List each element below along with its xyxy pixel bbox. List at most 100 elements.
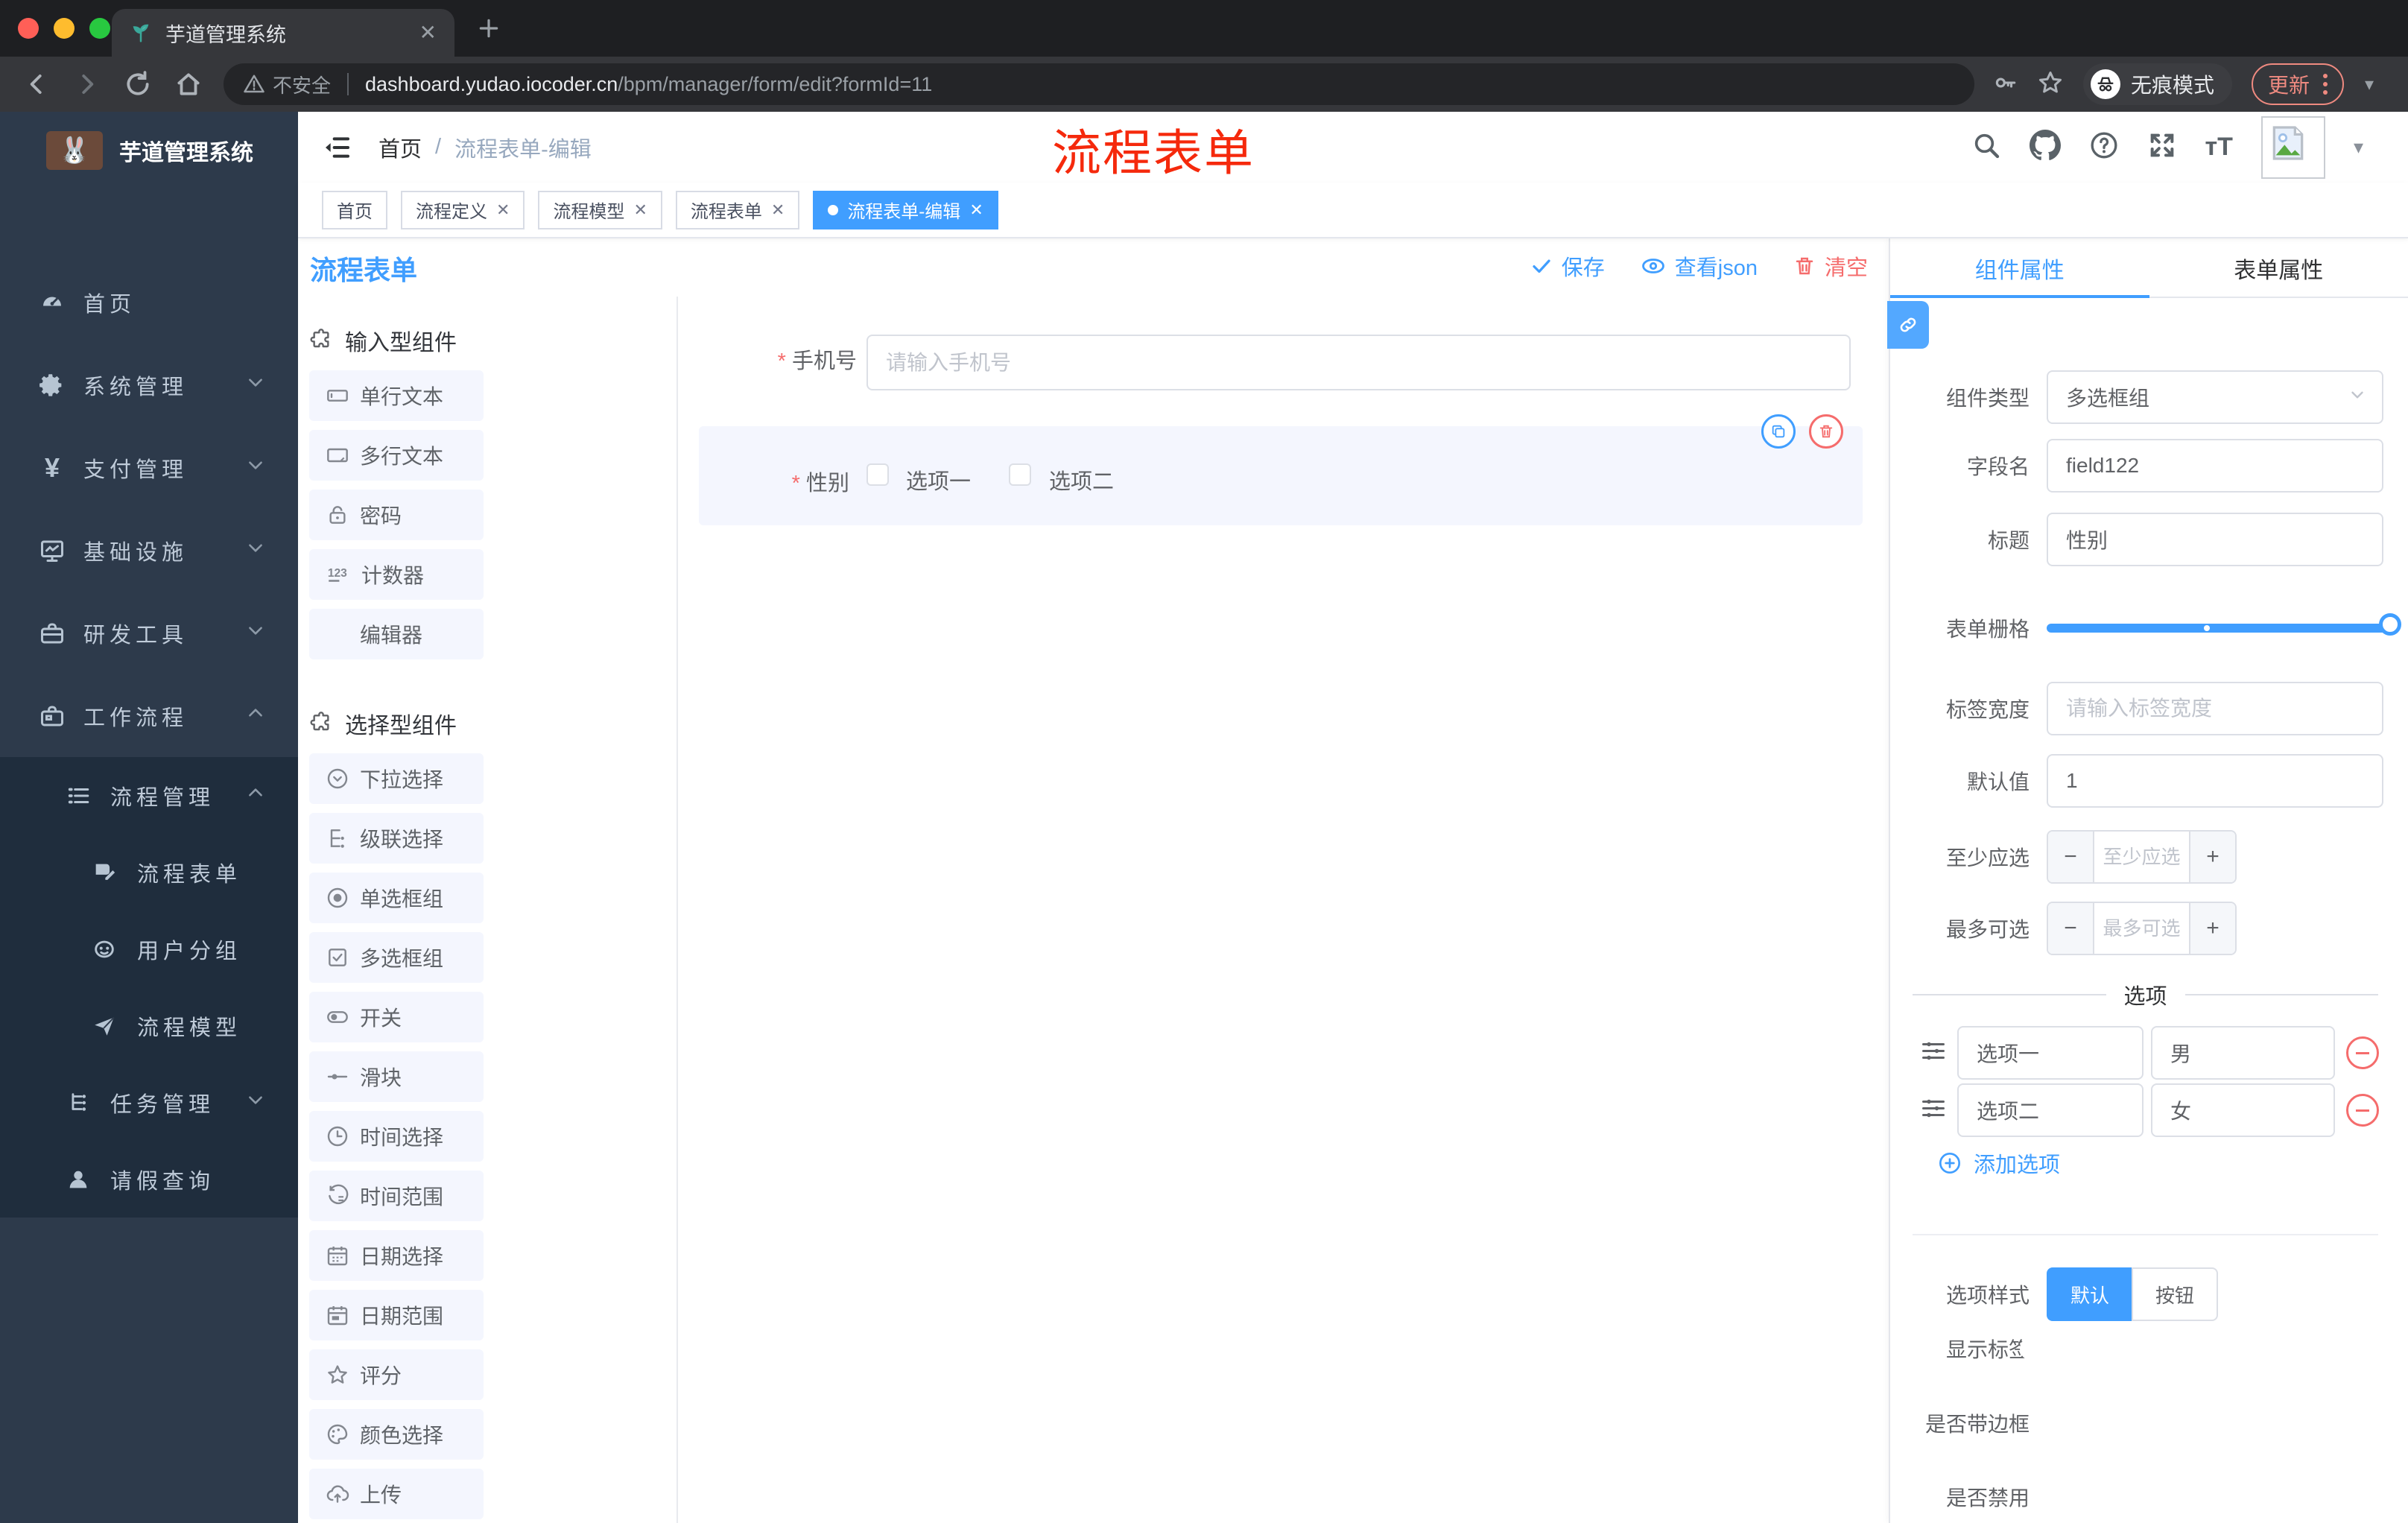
gender-option2-checkbox[interactable]	[1009, 463, 1031, 486]
slider-handle[interactable]	[2379, 613, 2401, 636]
sidebar-item-process-form[interactable]: 流程表单	[0, 834, 298, 911]
search-icon[interactable]	[1971, 130, 2001, 164]
palette-item-checkbox-group[interactable]: 多选框组	[309, 932, 484, 983]
palette-item-rate[interactable]: 评分	[309, 1349, 484, 1400]
palette-item-password[interactable]: 密码	[309, 490, 484, 540]
tag-process-model[interactable]: 流程模型 ✕	[538, 190, 662, 229]
gender-option1-label[interactable]: 选项一	[906, 464, 971, 495]
sidebar-item-payment[interactable]: ¥ 支付管理	[0, 426, 298, 509]
remove-option-button[interactable]	[2346, 1036, 2379, 1069]
help-icon[interactable]	[2089, 130, 2119, 164]
form-grid-slider[interactable]	[2047, 613, 2401, 636]
sidebar-item-devtools[interactable]: 研发工具	[0, 592, 298, 674]
back-button[interactable]	[22, 70, 51, 98]
delete-component-button[interactable]	[1809, 414, 1843, 449]
bookmark-star-icon[interactable]	[2037, 69, 2064, 100]
default-value-input[interactable]	[2047, 754, 2383, 808]
home-button[interactable]	[174, 70, 203, 98]
save-button[interactable]: 保存	[1530, 250, 1605, 282]
browser-menu-icon[interactable]	[2323, 74, 2328, 95]
maximize-window-button[interactable]	[89, 18, 110, 39]
style-button-button[interactable]: 按钮	[2132, 1267, 2219, 1321]
tag-process-definition[interactable]: 流程定义 ✕	[401, 190, 525, 229]
palette-item-upload[interactable]: 上传	[309, 1469, 484, 1519]
new-tab-button[interactable]	[477, 16, 501, 44]
max-select-input[interactable]	[2094, 903, 2189, 954]
reload-button[interactable]	[124, 70, 152, 98]
forward-button[interactable]	[73, 70, 101, 98]
sidebar-item-task-management[interactable]: 任务管理	[0, 1064, 298, 1141]
min-select-input[interactable]	[2094, 832, 2189, 882]
increment-button[interactable]: +	[2189, 832, 2235, 882]
field-name-input[interactable]	[2047, 439, 2383, 493]
remove-option-button[interactable]	[2346, 1094, 2379, 1127]
sidebar-item-infra[interactable]: 基础设施	[0, 509, 298, 592]
title-input[interactable]	[2047, 513, 2383, 566]
window-dropdown-caret-icon[interactable]: ▾	[2365, 74, 2374, 95]
tag-close-icon[interactable]: ✕	[633, 200, 647, 220]
palette-item-cascader[interactable]: 级联选择	[309, 813, 484, 864]
palette-item-date-range[interactable]: 日期范围	[309, 1290, 484, 1340]
tag-process-form-edit[interactable]: 流程表单-编辑 ✕	[813, 190, 998, 229]
minimize-window-button[interactable]	[54, 18, 75, 39]
increment-button[interactable]: +	[2189, 903, 2235, 954]
sidebar-item-process-management[interactable]: 流程管理	[0, 757, 298, 834]
browser-tab[interactable]: 芋道管理系统 ✕	[112, 9, 454, 57]
sidebar-logo[interactable]: 🐰 芋道管理系统	[0, 112, 298, 186]
sidebar-item-home[interactable]: 首页	[0, 261, 298, 343]
tab-close-icon[interactable]: ✕	[419, 22, 437, 43]
security-indicator[interactable]: 不安全	[243, 71, 331, 98]
palette-item-time-range[interactable]: 时间范围	[309, 1171, 484, 1221]
sidebar-item-leave-query[interactable]: 请假查询	[0, 1141, 298, 1218]
phone-field-input[interactable]	[866, 335, 1851, 390]
avatar-dropdown-caret-icon[interactable]: ▾	[2354, 136, 2363, 159]
palette-item-slider[interactable]: 滑块	[309, 1051, 484, 1102]
tag-close-icon[interactable]: ✕	[771, 200, 785, 220]
font-size-icon[interactable]: тT	[2205, 133, 2233, 162]
palette-item-color-picker[interactable]: 颜色选择	[309, 1409, 484, 1460]
tag-close-icon[interactable]: ✕	[969, 200, 983, 220]
sidebar-item-process-model[interactable]: 流程模型	[0, 987, 298, 1064]
tab-component-props[interactable]: 组件属性	[1890, 238, 2149, 298]
option1-name-input[interactable]	[1957, 1026, 2144, 1080]
option1-value-input[interactable]	[2151, 1026, 2335, 1080]
avatar[interactable]	[2260, 115, 2325, 179]
palette-item-textarea[interactable]: 多行文本	[309, 430, 484, 481]
sidebar-item-workflow[interactable]: 工作流程	[0, 674, 298, 757]
gender-option1-checkbox[interactable]	[866, 463, 889, 486]
close-window-button[interactable]	[18, 18, 39, 39]
palette-item-select[interactable]: 下拉选择	[309, 753, 484, 804]
clear-button[interactable]: 清空	[1793, 250, 1868, 282]
palette-item-single-text[interactable]: 单行文本	[309, 370, 484, 421]
drag-handle-icon[interactable]	[1920, 1038, 1947, 1068]
view-json-button[interactable]: 查看json	[1641, 250, 1758, 282]
sidebar-collapse-icon[interactable]	[322, 133, 352, 162]
palette-item-radio-group[interactable]: 单选框组	[309, 873, 484, 923]
tag-close-icon[interactable]: ✕	[496, 200, 510, 220]
add-option-button[interactable]: 添加选项	[1938, 1147, 2060, 1179]
url-text[interactable]: dashboard.yudao.iocoder.cn/bpm/manager/f…	[365, 73, 932, 96]
sidebar-item-system[interactable]: 系统管理	[0, 343, 298, 426]
browser-update-button[interactable]: 更新	[2252, 63, 2345, 105]
url-bar[interactable]: 不安全 dashboard.yudao.iocoder.cn/bpm/manag…	[224, 63, 1974, 105]
component-type-select[interactable]: 多选框组	[2047, 370, 2383, 424]
label-width-input[interactable]	[2047, 682, 2383, 735]
decrement-button[interactable]: −	[2048, 903, 2094, 954]
decrement-button[interactable]: −	[2048, 832, 2094, 882]
link-tag-button[interactable]	[1887, 301, 1929, 349]
palette-item-counter[interactable]: 123 计数器	[309, 549, 484, 600]
palette-item-time-picker[interactable]: 时间选择	[309, 1111, 484, 1162]
github-icon[interactable]	[2029, 130, 2061, 165]
gender-option2-label[interactable]: 选项二	[1049, 464, 1114, 495]
breadcrumb-home[interactable]: 首页	[378, 132, 422, 163]
tab-form-props[interactable]: 表单属性	[2149, 238, 2408, 298]
palette-item-switch[interactable]: 开关	[309, 992, 484, 1042]
password-key-icon[interactable]	[1992, 70, 2018, 99]
window-controls[interactable]	[18, 18, 110, 39]
tag-process-form[interactable]: 流程表单 ✕	[675, 190, 800, 229]
sidebar-item-user-group[interactable]: 用户分组	[0, 911, 298, 987]
palette-item-date-picker[interactable]: 日期选择	[309, 1230, 484, 1281]
style-default-button[interactable]: 默认	[2047, 1267, 2132, 1321]
option2-value-input[interactable]	[2151, 1083, 2335, 1137]
palette-item-editor[interactable]: 编辑器	[309, 609, 484, 659]
